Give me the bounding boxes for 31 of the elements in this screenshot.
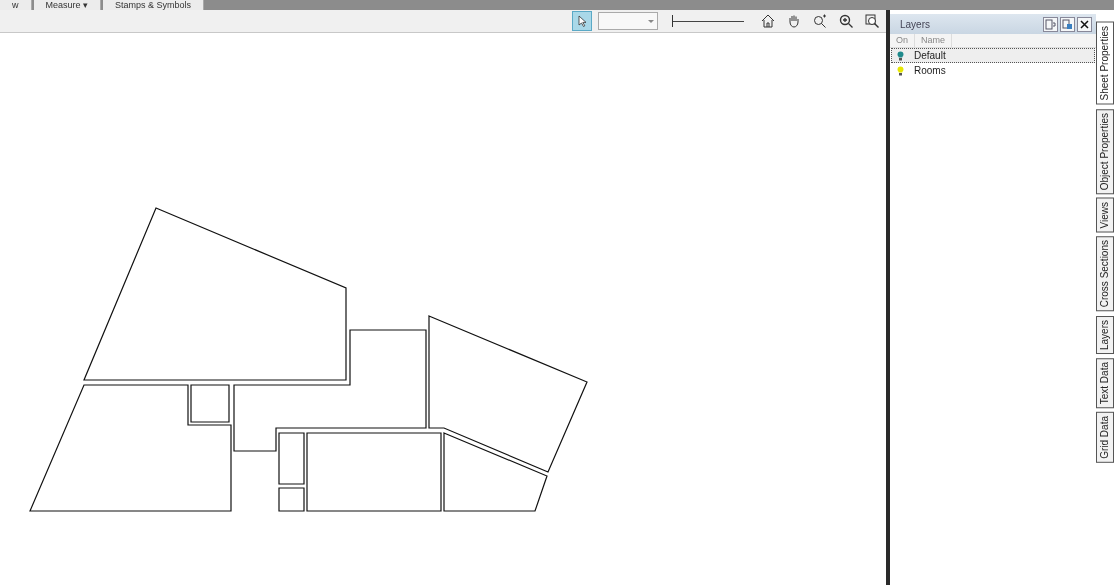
layer-row[interactable]: Rooms [891,63,1095,78]
zoom-icon [839,14,853,28]
lightbulb-icon[interactable] [897,50,904,61]
home-icon [761,14,775,28]
dock-button[interactable] [1043,16,1058,32]
window-icon [1062,18,1073,30]
zoom-slider[interactable] [672,14,744,28]
side-tab[interactable]: Object Properties [1096,108,1114,194]
layer-row[interactable]: Default [891,48,1095,63]
window-icon [1045,18,1056,30]
side-tab[interactable]: Cross Sections [1096,236,1114,312]
lightbulb-icon[interactable] [897,65,904,76]
float-button[interactable] [1060,16,1075,32]
zoom-window-icon [865,14,879,28]
dropdown-field[interactable] [598,12,658,30]
magnifier-plus-icon [813,14,827,28]
close-button[interactable] [1077,16,1092,32]
close-icon [1080,19,1089,29]
side-tab[interactable]: Sheet Properties [1096,22,1114,105]
layer-name: Default [914,50,946,61]
side-tab[interactable]: Grid Data [1096,411,1114,463]
ribbon-tab[interactable]: w [0,0,32,10]
side-tab[interactable]: Views [1096,197,1114,233]
select-tool-button[interactable] [572,11,592,31]
layer-name: Rooms [914,65,946,76]
side-tab[interactable]: Layers [1096,315,1114,354]
cursor-icon [577,15,587,27]
column-header[interactable]: On [890,34,915,47]
panel-title: Layers [900,18,930,30]
slider-thumb[interactable] [672,15,676,27]
side-tab[interactable]: Text Data [1096,357,1114,408]
